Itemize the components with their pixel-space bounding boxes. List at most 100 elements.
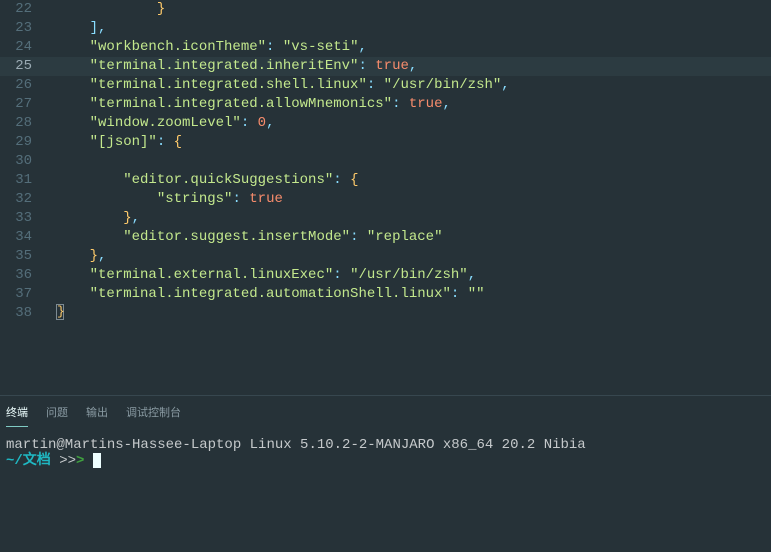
code-token (375, 77, 383, 93)
code-token: , (442, 96, 450, 112)
code-content[interactable]: "strings": true (38, 190, 283, 209)
code-content[interactable]: } (38, 304, 64, 323)
code-content[interactable]: "terminal.integrated.automationShell.lin… (38, 285, 485, 304)
code-line[interactable]: 28 "window.zoomLevel": 0, (0, 114, 771, 133)
code-token (165, 134, 173, 150)
code-line[interactable]: 30 (0, 152, 771, 171)
line-number: 32 (0, 190, 38, 209)
panel-tab-终端[interactable]: 终端 (6, 404, 28, 427)
code-line[interactable]: 31 "editor.quickSuggestions": { (0, 171, 771, 190)
code-token (342, 172, 350, 188)
line-number: 33 (0, 209, 38, 228)
code-line[interactable]: 35 }, (0, 247, 771, 266)
code-token (400, 96, 408, 112)
line-number: 27 (0, 95, 38, 114)
code-content[interactable]: "editor.suggest.insertMode": "replace" (38, 228, 443, 247)
bottom-panel: 终端问题输出调试控制台 martin@Martins-Hassee-Laptop… (0, 395, 771, 552)
panel-tab-问题[interactable]: 问题 (46, 404, 68, 427)
code-token: "" (468, 286, 485, 302)
terminal-cursor (93, 453, 101, 468)
code-token (274, 39, 282, 55)
line-number: 29 (0, 133, 38, 152)
line-number: 34 (0, 228, 38, 247)
terminal-body[interactable]: martin@Martins-Hassee-Laptop Linux 5.10.… (0, 427, 771, 479)
code-token: true (375, 58, 409, 74)
panel-tabs: 终端问题输出调试控制台 (0, 396, 771, 427)
code-token: } (90, 248, 98, 264)
code-line[interactable]: 29 "[json]": { (0, 133, 771, 152)
code-token: true (409, 96, 443, 112)
code-line[interactable]: 26 "terminal.integrated.shell.linux": "/… (0, 76, 771, 95)
line-number: 24 (0, 38, 38, 57)
code-token: } (157, 1, 165, 17)
code-content[interactable]: "terminal.integrated.inheritEnv": true, (38, 57, 417, 76)
code-token: "terminal.integrated.shell.linux" (90, 77, 367, 93)
code-token: : (232, 191, 240, 207)
code-line[interactable]: 24 "workbench.iconTheme": "vs-seti", (0, 38, 771, 57)
code-content[interactable]: "terminal.external.linuxExec": "/usr/bin… (38, 266, 476, 285)
code-token: , (501, 77, 509, 93)
code-token: "[json]" (90, 134, 157, 150)
code-token: , (358, 39, 366, 55)
line-number: 36 (0, 266, 38, 285)
code-line[interactable]: 36 "terminal.external.linuxExec": "/usr/… (0, 266, 771, 285)
code-token: , (468, 267, 476, 283)
code-content[interactable]: }, (38, 209, 140, 228)
code-line[interactable]: 23 ], (0, 19, 771, 38)
code-token: : (157, 134, 165, 150)
code-token: : (333, 267, 341, 283)
line-number: 37 (0, 285, 38, 304)
line-number: 35 (0, 247, 38, 266)
code-editor[interactable]: 22 }23 ],24 "workbench.iconTheme": "vs-s… (0, 0, 771, 395)
code-token (249, 115, 257, 131)
code-token: "vs-seti" (283, 39, 359, 55)
code-line[interactable]: 25 "terminal.integrated.inheritEnv": tru… (0, 57, 771, 76)
terminal-cwd: ~/文档 (6, 453, 51, 469)
code-token: "editor.quickSuggestions" (123, 172, 333, 188)
code-token: : (241, 115, 249, 131)
code-content[interactable]: "window.zoomLevel": 0, (38, 114, 274, 133)
code-token (367, 58, 375, 74)
code-line[interactable]: 32 "strings": true (0, 190, 771, 209)
terminal-prompt-end: > (76, 453, 93, 469)
code-token: "editor.suggest.insertMode" (123, 229, 350, 245)
code-content[interactable]: ], (38, 19, 106, 38)
panel-tab-输出[interactable]: 输出 (86, 404, 108, 427)
terminal-prompt-arrows: >> (51, 453, 76, 469)
terminal-prompt-line[interactable]: ~/文档 >>> (6, 453, 765, 469)
code-line[interactable]: 22 } (0, 0, 771, 19)
code-token: : (367, 77, 375, 93)
code-content[interactable]: "terminal.integrated.allowMnemonics": tr… (38, 95, 451, 114)
code-token: "strings" (157, 191, 233, 207)
code-token: true (249, 191, 283, 207)
code-line[interactable]: 34 "editor.suggest.insertMode": "replace… (0, 228, 771, 247)
code-content[interactable] (38, 152, 90, 171)
terminal-output-line: martin@Martins-Hassee-Laptop Linux 5.10.… (6, 437, 765, 453)
code-line[interactable]: 27 "terminal.integrated.allowMnemonics":… (0, 95, 771, 114)
code-content[interactable]: "terminal.integrated.shell.linux": "/usr… (38, 76, 510, 95)
code-token: "terminal.integrated.inheritEnv" (90, 58, 359, 74)
code-content[interactable]: "editor.quickSuggestions": { (38, 171, 358, 190)
code-token: : (333, 172, 341, 188)
code-token (342, 267, 350, 283)
line-number: 28 (0, 114, 38, 133)
code-content[interactable]: "workbench.iconTheme": "vs-seti", (38, 38, 367, 57)
code-token: "workbench.iconTheme" (90, 39, 266, 55)
code-line[interactable]: 38} (0, 304, 771, 323)
code-token: , (266, 115, 274, 131)
code-content[interactable]: "[json]": { (38, 133, 182, 152)
code-line[interactable]: 37 "terminal.integrated.automationShell.… (0, 285, 771, 304)
panel-tab-调试控制台[interactable]: 调试控制台 (126, 404, 181, 427)
code-token: { (174, 134, 182, 150)
code-token: } (123, 210, 131, 226)
code-token: "/usr/bin/zsh" (384, 77, 502, 93)
line-number: 31 (0, 171, 38, 190)
code-token: "terminal.external.linuxExec" (90, 267, 334, 283)
code-content[interactable]: }, (38, 247, 106, 266)
code-token: ], (90, 20, 107, 36)
line-number: 26 (0, 76, 38, 95)
code-content[interactable]: } (38, 0, 165, 19)
code-line[interactable]: 33 }, (0, 209, 771, 228)
line-number: 30 (0, 152, 38, 171)
line-number: 23 (0, 19, 38, 38)
